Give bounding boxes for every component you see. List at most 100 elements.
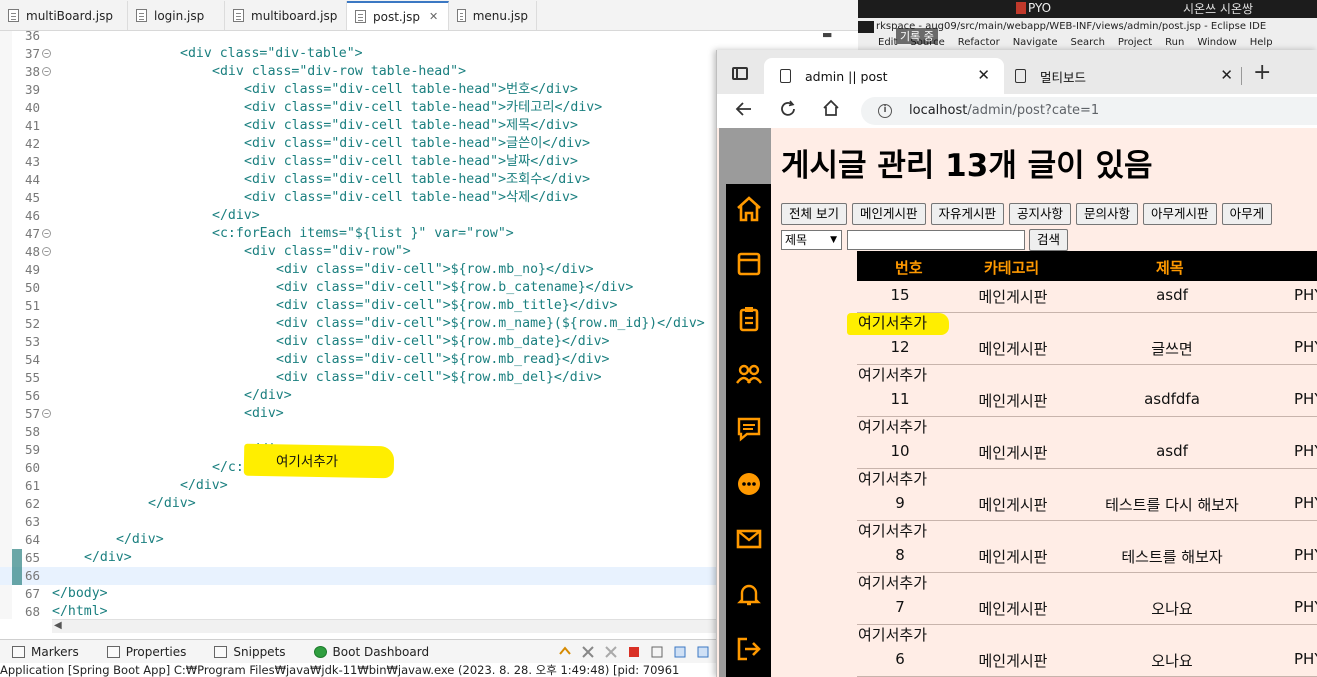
cell-title[interactable]: 테스트를 해보자: [1077, 546, 1267, 567]
code-line[interactable]: 40 <div class="div-cell table-head">카테고리<…: [0, 99, 716, 117]
editor-tab-multiboard-jsp[interactable]: multiBoard.jsp: [0, 1, 128, 30]
code-line[interactable]: 64 </div>: [0, 531, 716, 549]
sidebar-item-board[interactable]: [726, 241, 771, 287]
code-line[interactable]: 46 </div>: [0, 207, 716, 225]
code-line[interactable]: 58: [0, 423, 716, 441]
clear-console-icon[interactable]: [650, 645, 664, 659]
code-line[interactable]: 67 </body>: [0, 585, 716, 603]
menu-project[interactable]: Project: [1118, 37, 1152, 48]
code-line[interactable]: 65 </div>: [0, 549, 716, 567]
terminate-icon[interactable]: [627, 645, 641, 659]
category-all-button[interactable]: 전체 보기: [781, 203, 847, 225]
sidebar-item-notifications[interactable]: [726, 571, 771, 617]
code-line[interactable]: 48− <div class="div-row">: [0, 243, 716, 261]
code-line[interactable]: 44 <div class="div-cell table-head">조회수</…: [0, 171, 716, 189]
sidebar-item-home[interactable]: [726, 186, 771, 232]
browser-tab-multiboard[interactable]: 멀티보드 ✕: [1007, 58, 1247, 94]
cell-title[interactable]: 테스트를 다시 해보자: [1077, 494, 1267, 515]
search-button[interactable]: 검색: [1029, 229, 1069, 251]
browser-tab-admin-post[interactable]: admin || post ✕: [764, 58, 1004, 94]
tab-snippets[interactable]: Snippets: [214, 645, 286, 659]
code-line[interactable]: 36: [0, 31, 716, 45]
code-line[interactable]: 38− <div class="div-row table-head">: [0, 63, 716, 81]
tab-boot-dashboard[interactable]: Boot Dashboard: [313, 645, 429, 659]
sidebar-item-logout[interactable]: [726, 626, 771, 672]
menu-help[interactable]: Help: [1250, 37, 1273, 48]
menu-window[interactable]: Window: [1197, 37, 1236, 48]
menu-edit[interactable]: Edit: [878, 37, 897, 48]
reload-icon[interactable]: [779, 100, 797, 123]
fold-toggle-icon[interactable]: −: [42, 67, 51, 76]
code-line[interactable]: 55 <div class="div-cell">${row.mb_del}</d…: [0, 369, 716, 387]
code-line[interactable]: 43 <div class="div-cell table-head">날짜</d…: [0, 153, 716, 171]
url-text[interactable]: localhost/admin/post?cate=1: [909, 103, 1099, 118]
search-input[interactable]: [847, 230, 1025, 250]
fold-toggle-icon[interactable]: −: [42, 49, 51, 58]
cell-title[interactable]: asdf: [1077, 442, 1267, 460]
menu-run[interactable]: Run: [1165, 37, 1184, 48]
home-icon[interactable]: [822, 99, 840, 122]
menu-navigate[interactable]: Navigate: [1013, 37, 1058, 48]
relaunch-icon[interactable]: [558, 645, 572, 659]
code-line[interactable]: 45 <div class="div-cell table-head">삭제</d…: [0, 189, 716, 207]
code-line[interactable]: 63: [0, 513, 716, 531]
sidebar-item-chat[interactable]: [726, 461, 771, 507]
sidebar-item-posts[interactable]: [726, 296, 771, 342]
code-line[interactable]: 66: [0, 567, 716, 585]
category-main-button[interactable]: 메인게시판: [851, 203, 926, 225]
editor-tab-login-jsp[interactable]: login.jsp: [128, 1, 225, 30]
cell-title[interactable]: 오나요: [1077, 650, 1267, 671]
fold-toggle-icon[interactable]: −: [42, 247, 51, 256]
category-any2-button[interactable]: 아무게: [1221, 203, 1273, 225]
code-line[interactable]: 52 <div class="div-cell">${row.m_name}(${…: [0, 315, 716, 333]
code-line[interactable]: 51 <div class="div-cell">${row.mb_title}<…: [0, 297, 716, 315]
code-line[interactable]: 37− <div class="div-table">: [0, 45, 716, 63]
fold-toggle-icon[interactable]: −: [42, 229, 51, 238]
new-tab-icon[interactable]: +: [1253, 60, 1271, 85]
remove-all-icon[interactable]: [604, 645, 618, 659]
scroll-left-icon[interactable]: ◀: [54, 620, 62, 631]
category-any-button[interactable]: 아무게시판: [1143, 203, 1217, 225]
fold-toggle-icon[interactable]: −: [42, 409, 51, 418]
category-inquiry-button[interactable]: 문의사항: [1076, 203, 1139, 225]
code-line[interactable]: 41 <div class="div-cell table-head">제목</d…: [0, 117, 716, 135]
cell-title[interactable]: asdfdfa: [1077, 390, 1267, 408]
menu-refactor[interactable]: Refactor: [958, 37, 1000, 48]
code-line[interactable]: 61 </div>: [0, 477, 716, 495]
cell-title[interactable]: asdf: [1077, 286, 1267, 304]
address-bar[interactable]: i localhost/admin/post?cate=1: [861, 97, 1317, 125]
code-line[interactable]: 62 </div>: [0, 495, 716, 513]
code-line[interactable]: 50 <div class="div-cell">${row.b_catename…: [0, 279, 716, 297]
remove-launch-icon[interactable]: [581, 645, 595, 659]
tab-properties[interactable]: Properties: [106, 645, 186, 659]
sidebar-item-comments[interactable]: [726, 406, 771, 452]
sidebar-item-mail[interactable]: [726, 516, 771, 562]
tab-actions-icon[interactable]: [732, 67, 748, 80]
code-line[interactable]: 68 </html>: [0, 603, 716, 619]
category-notice-button[interactable]: 공지사항: [1009, 203, 1072, 225]
editor-tab-multiboard2-jsp[interactable]: multiboard.jsp: [225, 1, 347, 30]
code-line[interactable]: 39 <div class="div-cell table-head">번호</d…: [0, 81, 716, 99]
category-free-button[interactable]: 자유게시판: [930, 203, 1005, 225]
code-line[interactable]: 53 <div class="div-cell">${row.mb_date}</…: [0, 333, 716, 351]
editor-tab-post-jsp[interactable]: post.jsp ✕: [347, 1, 449, 30]
cell-title[interactable]: 오나요: [1077, 598, 1267, 619]
code-line[interactable]: 57− <div>: [0, 405, 716, 423]
code-line[interactable]: 54 <div class="div-cell">${row.mb_read}</…: [0, 351, 716, 369]
back-arrow-icon[interactable]: [735, 100, 753, 123]
menu-search[interactable]: Search: [1071, 37, 1105, 48]
code-line[interactable]: 56 </div>: [0, 387, 716, 405]
info-icon[interactable]: i: [878, 104, 892, 118]
cell-title[interactable]: 글쓰면: [1077, 338, 1267, 359]
scroll-lock-icon[interactable]: [673, 645, 687, 659]
word-wrap-icon[interactable]: [696, 645, 710, 659]
editor-tab-menu-jsp[interactable]: menu.jsp: [449, 1, 537, 30]
code-line[interactable]: 47− <c:forEach items="${list }" var="row"…: [0, 225, 716, 243]
close-tab-icon[interactable]: ✕: [977, 66, 990, 84]
horizontal-scrollbar[interactable]: ◀: [52, 619, 716, 633]
close-tab-icon[interactable]: ✕: [429, 10, 438, 23]
code-line[interactable]: 49 <div class="div-cell">${row.mb_no}</di…: [0, 261, 716, 279]
minimize-icon[interactable]: ▬: [822, 28, 832, 41]
code-line[interactable]: 42 <div class="div-cell table-head">글쓴이</…: [0, 135, 716, 153]
tab-markers[interactable]: Markers: [12, 645, 79, 659]
